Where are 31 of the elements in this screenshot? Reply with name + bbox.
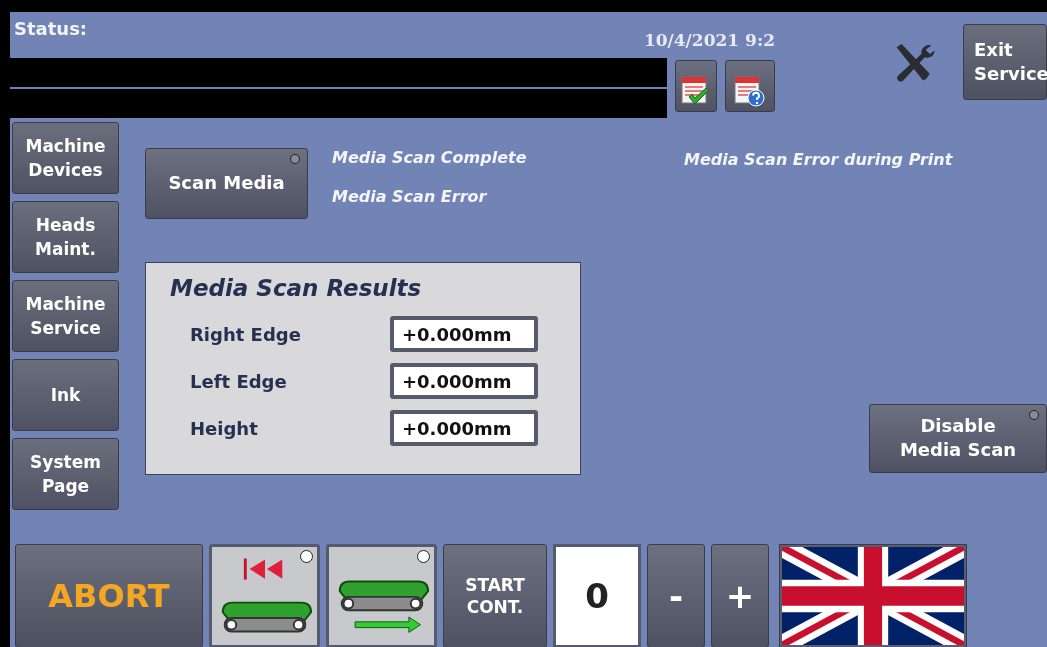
- minus-button[interactable]: -: [647, 544, 705, 647]
- conveyor-button[interactable]: [326, 544, 437, 647]
- conveyor-button[interactable]: [209, 544, 320, 647]
- scan-media-button[interactable]: Scan Media: [145, 147, 308, 219]
- sidebar-button[interactable]: Heads Maint.: [12, 200, 119, 273]
- value-field: +0.000mm: [390, 363, 538, 400]
- sidebar-button[interactable]: System Page: [12, 437, 119, 510]
- status-message: Media Scan Error during Print: [684, 148, 953, 171]
- calendar-help-button[interactable]: [724, 60, 775, 112]
- language-button[interactable]: [779, 544, 967, 647]
- value-field: +0.000mm: [390, 316, 538, 353]
- results-title: Media Scan Results: [170, 274, 423, 301]
- status-message: Media Scan Complete: [332, 147, 528, 167]
- flag-icon: [782, 547, 964, 645]
- sidebar-button[interactable]: Machine Service: [12, 279, 119, 352]
- calendar-help-icon: [733, 75, 766, 107]
- disable-media-scan-button[interactable]: Disable Media Scan: [869, 403, 1047, 473]
- calendar-check-icon: [680, 75, 711, 107]
- date-time: 10/4/2021 9:2: [643, 29, 775, 52]
- status-label: Status:: [14, 18, 88, 41]
- sidebar-button[interactable]: Ink: [12, 358, 119, 431]
- field-label: Height: [189, 417, 259, 439]
- sidebar-button[interactable]: Machine Devices: [12, 121, 119, 194]
- calendar-check-button[interactable]: [675, 60, 717, 112]
- status-message: Media Scan Error: [332, 186, 488, 206]
- plus-button[interactable]: +: [711, 544, 769, 647]
- value-field: +0.000mm: [390, 410, 538, 447]
- field-label: Left Edge: [189, 370, 288, 392]
- start-cont-button[interactable]: START CONT.: [443, 544, 547, 647]
- field-label: Right Edge: [189, 323, 302, 345]
- counter-field[interactable]: 0: [553, 544, 641, 647]
